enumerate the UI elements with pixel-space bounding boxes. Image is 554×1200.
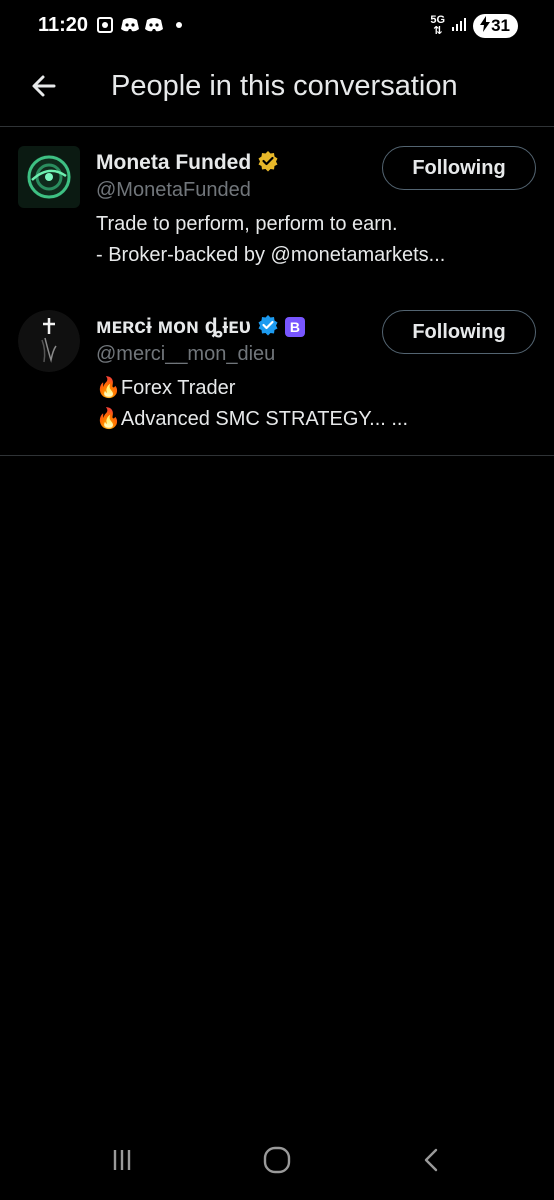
page-title: People in this conversation xyxy=(111,70,458,102)
data-arrows-icon: ⇅ xyxy=(433,25,443,37)
bio: 🔥Forex Trader 🔥Advanced SMC STRATEGY... … xyxy=(96,373,534,435)
signal-icon xyxy=(451,16,467,37)
bio: Trade to perform, perform to earn. - Bro… xyxy=(96,209,534,271)
discord-icon xyxy=(120,16,139,34)
display-name[interactable]: ᴍᴇʀᴄɨ ᴍᴏɴ ȡɨᴇᴜ xyxy=(96,315,251,339)
avatar[interactable] xyxy=(18,146,80,208)
discord-icon xyxy=(144,16,163,34)
charging-icon xyxy=(479,15,491,37)
list-item[interactable]: Moneta Funded @MonetaFunded Trade to per… xyxy=(0,127,554,291)
bio-line: Trade to perform, perform to earn. xyxy=(96,213,398,235)
following-button[interactable]: Following xyxy=(382,146,536,190)
back-button[interactable] xyxy=(26,68,62,104)
home-icon xyxy=(263,1146,291,1174)
status-right: 5G ⇅ 31 xyxy=(430,14,518,38)
affiliate-badge-icon: B xyxy=(284,317,305,337)
recent-apps-icon xyxy=(113,1150,131,1170)
battery-indicator: 31 xyxy=(473,14,518,38)
bio-line: 🔥Forex Trader xyxy=(96,377,236,399)
header: People in this conversation xyxy=(0,56,554,127)
display-name[interactable]: Moneta Funded xyxy=(96,151,251,175)
arrow-left-icon xyxy=(32,75,56,97)
following-button[interactable]: Following xyxy=(382,310,536,354)
bio-line: - Broker-backed by @monetamarkets... xyxy=(96,244,446,266)
verified-gold-icon xyxy=(257,150,279,177)
chevron-left-icon xyxy=(424,1148,438,1172)
home-button[interactable] xyxy=(257,1140,297,1180)
bio-line: 🔥Advanced SMC STRATEGY... ... xyxy=(96,408,409,430)
network-type: 5G ⇅ xyxy=(430,15,445,37)
recent-apps-button[interactable] xyxy=(102,1140,142,1180)
navigation-bar xyxy=(0,1120,554,1200)
back-nav-button[interactable] xyxy=(412,1140,452,1180)
battery-level: 31 xyxy=(491,16,510,35)
more-notifications-icon xyxy=(176,22,182,28)
status-time: 11:20 xyxy=(38,14,89,36)
status-bar: 11:20 5G ⇅ 31 xyxy=(0,0,554,56)
screenshot-icon xyxy=(96,16,114,34)
notification-icons xyxy=(96,16,182,34)
verified-blue-icon xyxy=(257,314,279,341)
people-list: Moneta Funded @MonetaFunded Trade to per… xyxy=(0,127,554,456)
list-item[interactable]: ᴍᴇʀᴄɨ ᴍᴏɴ ȡɨᴇᴜ B @merci__mon_dieu 🔥Forex… xyxy=(0,291,554,455)
avatar[interactable] xyxy=(18,310,80,372)
